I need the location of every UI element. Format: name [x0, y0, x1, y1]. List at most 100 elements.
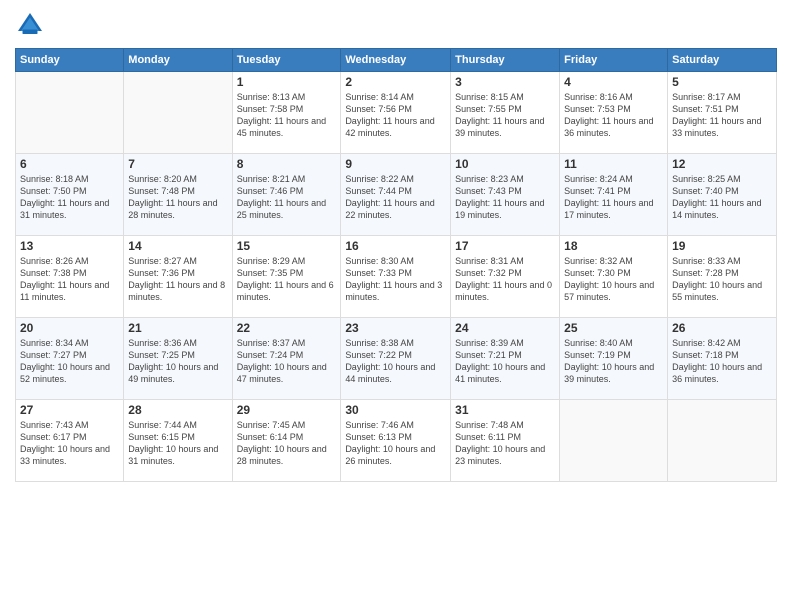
week-row-2: 6Sunrise: 8:18 AM Sunset: 7:50 PM Daylig…	[16, 154, 777, 236]
calendar-cell: 26Sunrise: 8:42 AM Sunset: 7:18 PM Dayli…	[668, 318, 777, 400]
page: SundayMondayTuesdayWednesdayThursdayFrid…	[0, 0, 792, 612]
calendar-table: SundayMondayTuesdayWednesdayThursdayFrid…	[15, 48, 777, 482]
calendar-cell: 6Sunrise: 8:18 AM Sunset: 7:50 PM Daylig…	[16, 154, 124, 236]
day-number: 9	[345, 157, 446, 171]
weekday-header-wednesday: Wednesday	[341, 49, 451, 72]
day-number: 10	[455, 157, 555, 171]
day-number: 7	[128, 157, 227, 171]
day-info: Sunrise: 8:22 AM Sunset: 7:44 PM Dayligh…	[345, 173, 446, 222]
week-row-4: 20Sunrise: 8:34 AM Sunset: 7:27 PM Dayli…	[16, 318, 777, 400]
day-info: Sunrise: 7:48 AM Sunset: 6:11 PM Dayligh…	[455, 419, 555, 468]
day-number: 28	[128, 403, 227, 417]
day-number: 2	[345, 75, 446, 89]
day-number: 27	[20, 403, 119, 417]
calendar-cell: 13 Sunrise: 8:26 AM Sunset: 7:38 PM Dayli…	[16, 236, 124, 318]
calendar-cell: 14Sunrise: 8:27 AM Sunset: 7:36 PM Dayli…	[124, 236, 232, 318]
logo	[15, 10, 49, 40]
calendar-cell: 1Sunrise: 8:13 AM Sunset: 7:58 PM Daylig…	[232, 72, 341, 154]
day-info: Sunrise: 8:33 AM Sunset: 7:28 PM Dayligh…	[672, 255, 772, 304]
day-info: Sunrise: 7:43 AM Sunset: 6:17 PM Dayligh…	[20, 419, 119, 468]
logo-icon	[15, 10, 45, 40]
calendar-cell: 20Sunrise: 8:34 AM Sunset: 7:27 PM Dayli…	[16, 318, 124, 400]
day-number: 5	[672, 75, 772, 89]
calendar-cell: 31 Sunrise: 7:48 AM Sunset: 6:11 PM Dayli…	[451, 400, 560, 482]
calendar-cell: 19 Sunrise: 8:33 AM Sunset: 7:28 PM Dayli…	[668, 236, 777, 318]
day-number: 31	[455, 403, 555, 417]
day-number: 22	[237, 321, 337, 335]
day-number: 16	[345, 239, 446, 253]
day-number: 30	[345, 403, 446, 417]
calendar-cell: 17 Sunrise: 8:31 AM Sunset: 7:32 PM Dayli…	[451, 236, 560, 318]
weekday-header-monday: Monday	[124, 49, 232, 72]
calendar-cell	[124, 72, 232, 154]
day-number: 29	[237, 403, 337, 417]
day-number: 24	[455, 321, 555, 335]
day-info: Sunrise: 8:40 AM Sunset: 7:19 PM Dayligh…	[564, 337, 663, 386]
day-info: Sunrise: 8:24 AM Sunset: 7:41 PM Dayligh…	[564, 173, 663, 222]
calendar-cell	[668, 400, 777, 482]
calendar-cell: 22 Sunrise: 8:37 AM Sunset: 7:24 PM Dayli…	[232, 318, 341, 400]
day-info: Sunrise: 7:45 AM Sunset: 6:14 PM Dayligh…	[237, 419, 337, 468]
day-info: Sunrise: 8:37 AM Sunset: 7:24 PM Dayligh…	[237, 337, 337, 386]
day-number: 25	[564, 321, 663, 335]
day-info: Sunrise: 8:26 AM Sunset: 7:38 PM Dayligh…	[20, 255, 119, 304]
day-info: Sunrise: 8:21 AM Sunset: 7:46 PM Dayligh…	[237, 173, 337, 222]
day-info: Sunrise: 8:16 AM Sunset: 7:53 PM Dayligh…	[564, 91, 663, 140]
weekday-header-tuesday: Tuesday	[232, 49, 341, 72]
calendar-cell: 8Sunrise: 8:21 AM Sunset: 7:46 PM Daylig…	[232, 154, 341, 236]
calendar-cell: 10 Sunrise: 8:23 AM Sunset: 7:43 PM Dayli…	[451, 154, 560, 236]
calendar-cell: 18Sunrise: 8:32 AM Sunset: 7:30 PM Dayli…	[560, 236, 668, 318]
day-number: 17	[455, 239, 555, 253]
day-info: Sunrise: 8:29 AM Sunset: 7:35 PM Dayligh…	[237, 255, 337, 304]
day-number: 15	[237, 239, 337, 253]
day-number: 4	[564, 75, 663, 89]
calendar-cell: 15 Sunrise: 8:29 AM Sunset: 7:35 PM Dayli…	[232, 236, 341, 318]
day-number: 14	[128, 239, 227, 253]
day-number: 12	[672, 157, 772, 171]
day-number: 19	[672, 239, 772, 253]
day-number: 6	[20, 157, 119, 171]
calendar-cell: 11 Sunrise: 8:24 AM Sunset: 7:41 PM Dayli…	[560, 154, 668, 236]
calendar-cell: 3Sunrise: 8:15 AM Sunset: 7:55 PM Daylig…	[451, 72, 560, 154]
day-number: 3	[455, 75, 555, 89]
calendar-cell: 23 Sunrise: 8:38 AM Sunset: 7:22 PM Dayli…	[341, 318, 451, 400]
day-info: Sunrise: 7:44 AM Sunset: 6:15 PM Dayligh…	[128, 419, 227, 468]
calendar-cell: 21 Sunrise: 8:36 AM Sunset: 7:25 PM Dayli…	[124, 318, 232, 400]
day-number: 21	[128, 321, 227, 335]
week-row-3: 13 Sunrise: 8:26 AM Sunset: 7:38 PM Dayli…	[16, 236, 777, 318]
day-info: Sunrise: 8:36 AM Sunset: 7:25 PM Dayligh…	[128, 337, 227, 386]
day-info: Sunrise: 8:39 AM Sunset: 7:21 PM Dayligh…	[455, 337, 555, 386]
calendar-cell: 7 Sunrise: 8:20 AM Sunset: 7:48 PM Daylig…	[124, 154, 232, 236]
calendar-cell: 28 Sunrise: 7:44 AM Sunset: 6:15 PM Dayli…	[124, 400, 232, 482]
day-number: 18	[564, 239, 663, 253]
weekday-header-friday: Friday	[560, 49, 668, 72]
day-number: 23	[345, 321, 446, 335]
day-info: Sunrise: 8:23 AM Sunset: 7:43 PM Dayligh…	[455, 173, 555, 222]
day-number: 11	[564, 157, 663, 171]
weekday-header-thursday: Thursday	[451, 49, 560, 72]
calendar-cell: 5 Sunrise: 8:17 AM Sunset: 7:51 PM Daylig…	[668, 72, 777, 154]
calendar-cell	[16, 72, 124, 154]
day-info: Sunrise: 8:38 AM Sunset: 7:22 PM Dayligh…	[345, 337, 446, 386]
weekday-header-saturday: Saturday	[668, 49, 777, 72]
calendar-cell: 24 Sunrise: 8:39 AM Sunset: 7:21 PM Dayli…	[451, 318, 560, 400]
day-info: Sunrise: 8:25 AM Sunset: 7:40 PM Dayligh…	[672, 173, 772, 222]
calendar-cell: 2 Sunrise: 8:14 AM Sunset: 7:56 PM Daylig…	[341, 72, 451, 154]
weekday-header-row: SundayMondayTuesdayWednesdayThursdayFrid…	[16, 49, 777, 72]
day-info: Sunrise: 8:14 AM Sunset: 7:56 PM Dayligh…	[345, 91, 446, 140]
day-info: Sunrise: 8:31 AM Sunset: 7:32 PM Dayligh…	[455, 255, 555, 304]
week-row-1: 1Sunrise: 8:13 AM Sunset: 7:58 PM Daylig…	[16, 72, 777, 154]
calendar-cell: 29 Sunrise: 7:45 AM Sunset: 6:14 PM Dayli…	[232, 400, 341, 482]
calendar-cell	[560, 400, 668, 482]
day-info: Sunrise: 8:20 AM Sunset: 7:48 PM Dayligh…	[128, 173, 227, 222]
calendar-cell: 16Sunrise: 8:30 AM Sunset: 7:33 PM Dayli…	[341, 236, 451, 318]
calendar-cell: 27 Sunrise: 7:43 AM Sunset: 6:17 PM Dayli…	[16, 400, 124, 482]
calendar-cell: 12 Sunrise: 8:25 AM Sunset: 7:40 PM Dayli…	[668, 154, 777, 236]
header	[15, 10, 777, 40]
day-info: Sunrise: 8:17 AM Sunset: 7:51 PM Dayligh…	[672, 91, 772, 140]
day-number: 13	[20, 239, 119, 253]
day-info: Sunrise: 8:13 AM Sunset: 7:58 PM Dayligh…	[237, 91, 337, 140]
calendar-cell: 30Sunrise: 7:46 AM Sunset: 6:13 PM Dayli…	[341, 400, 451, 482]
day-info: Sunrise: 8:34 AM Sunset: 7:27 PM Dayligh…	[20, 337, 119, 386]
day-info: Sunrise: 8:42 AM Sunset: 7:18 PM Dayligh…	[672, 337, 772, 386]
